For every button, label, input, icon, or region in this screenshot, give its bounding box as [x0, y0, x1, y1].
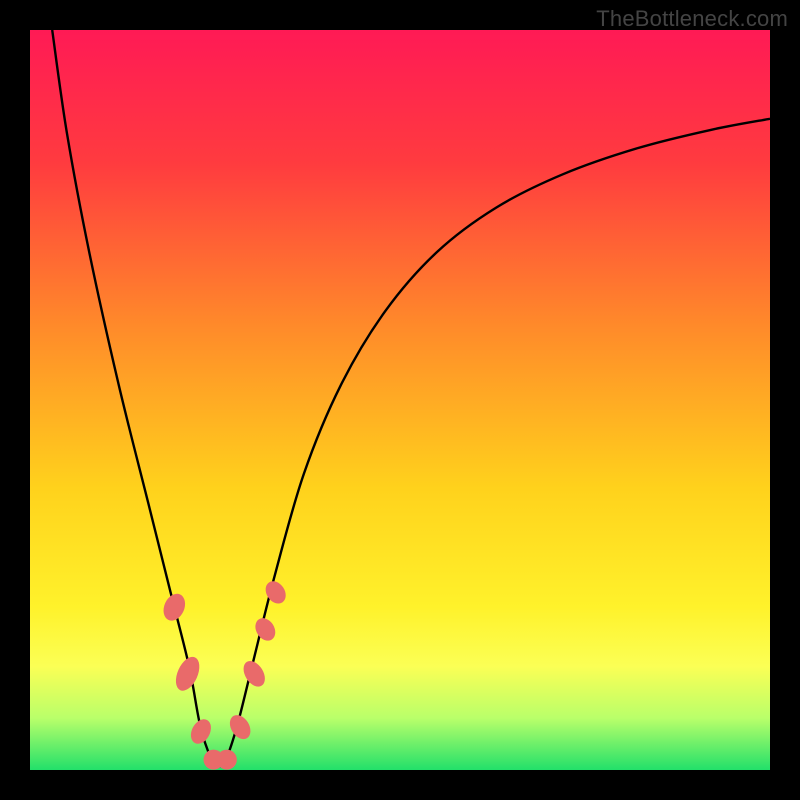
bottleneck-chart	[30, 30, 770, 770]
chart-frame: TheBottleneck.com	[0, 0, 800, 800]
watermark-text: TheBottleneck.com	[596, 6, 788, 32]
plot-area	[30, 30, 770, 770]
marker-point	[217, 750, 237, 770]
